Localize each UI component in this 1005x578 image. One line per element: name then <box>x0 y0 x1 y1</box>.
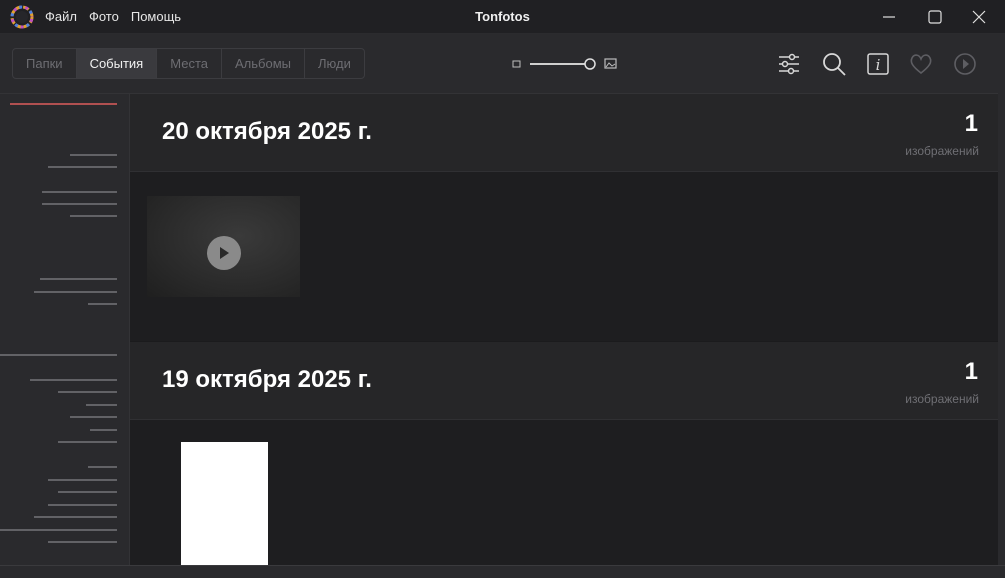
tab-folders[interactable]: Папки <box>13 49 77 78</box>
event-media-grid <box>130 172 998 341</box>
event-header: 20 октября 2025 г. 1 изображений <box>130 94 998 172</box>
maximize-icon <box>928 9 942 24</box>
maximize-button[interactable] <box>912 0 958 33</box>
event-date: 19 октября 2025 г. <box>162 366 372 393</box>
event-count-label: изображений <box>905 392 979 406</box>
slideshow-play-icon[interactable] <box>952 51 978 77</box>
tab-albums[interactable]: Альбомы <box>222 49 305 78</box>
timeline-bars <box>0 103 117 543</box>
close-button[interactable] <box>956 0 1002 33</box>
close-icon <box>972 10 986 23</box>
event-count: 1 <box>964 358 978 385</box>
info-icon[interactable]: i <box>865 51 891 77</box>
svg-text:i: i <box>876 56 881 74</box>
event-date: 20 октября 2025 г. <box>162 118 372 145</box>
event-count: 1 <box>964 110 978 137</box>
event-media-grid <box>130 420 998 565</box>
image-thumbnail[interactable] <box>181 442 268 565</box>
slider-handle <box>584 58 596 70</box>
filter-settings-icon[interactable] <box>776 51 802 77</box>
tab-events[interactable]: События <box>76 49 158 78</box>
thumbnail-size-slider[interactable] <box>511 56 621 72</box>
event-header: 19 октября 2025 г. 1 изображений <box>130 342 998 420</box>
play-icon <box>207 236 241 270</box>
title-bar: Файл Фото Помощь Tonfotos <box>0 0 1005 34</box>
favorite-heart-icon[interactable] <box>908 51 934 77</box>
status-bar <box>0 565 1005 578</box>
tab-places[interactable]: Места <box>157 49 222 78</box>
window-title: Tonfotos <box>475 9 530 24</box>
view-tabs: Папки События Места Альбомы Люди <box>12 48 365 79</box>
search-icon[interactable] <box>821 51 847 77</box>
tab-people[interactable]: Люди <box>305 49 364 78</box>
minimize-button[interactable] <box>866 0 912 33</box>
video-thumbnail[interactable] <box>147 196 300 297</box>
events-list: 20 октября 2025 г. 1 изображений 19 октя… <box>130 94 998 565</box>
timeline-sidebar[interactable] <box>0 94 130 565</box>
toolbar: Папки События Места Альбомы Люди i <box>0 34 1005 94</box>
small-image-icon <box>512 60 521 68</box>
event-count-label: изображений <box>905 144 979 158</box>
minimize-icon <box>883 15 895 18</box>
window-edge-strip <box>998 34 1005 565</box>
